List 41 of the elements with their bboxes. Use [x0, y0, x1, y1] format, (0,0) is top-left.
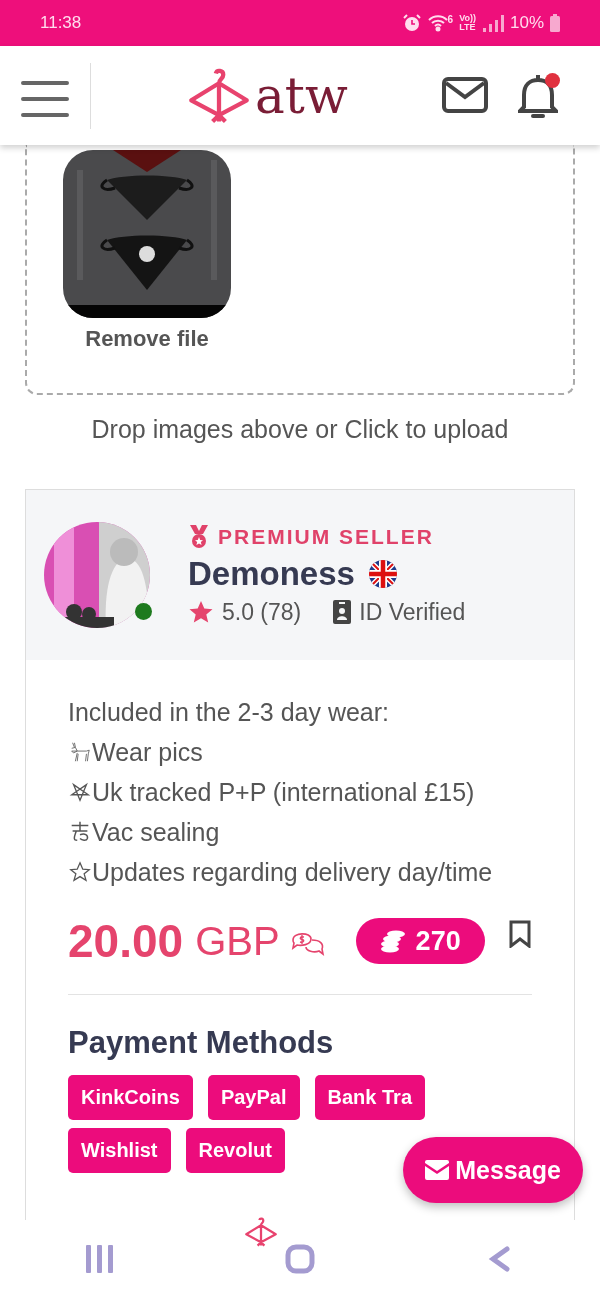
- id-badge-icon: [333, 600, 352, 624]
- signal-icon: [481, 14, 504, 32]
- mail-icon: [425, 1160, 450, 1180]
- wifi-icon: [427, 14, 448, 32]
- star-icon: [188, 599, 214, 625]
- price-currency: GBP: [195, 918, 280, 964]
- hanger-logo-icon: [187, 67, 251, 124]
- payment-method-tag: PayPal: [207, 1075, 300, 1120]
- bookmark-icon[interactable]: [508, 920, 531, 948]
- mail-button[interactable]: [439, 76, 490, 115]
- hanger-logo-icon: [244, 1216, 278, 1248]
- battery-icon: [550, 14, 560, 32]
- upload-hint[interactable]: Drop images above or Click to upload: [0, 415, 600, 444]
- payment-method-tag: Bank Tra: [314, 1075, 425, 1120]
- description-text: Wear pics: [92, 737, 203, 768]
- payment-methods-title: Payment Methods: [68, 1025, 335, 1061]
- description-text: Vac sealing: [92, 817, 220, 848]
- rating-text: 5.0 (78): [222, 598, 302, 626]
- clock-time: 11:38: [40, 13, 82, 33]
- wifi-label: 6: [447, 13, 454, 25]
- network-label: LTE: [459, 23, 476, 32]
- coins-price-button[interactable]: 270: [355, 918, 485, 964]
- medal-icon: [188, 524, 210, 549]
- uk-flag-icon: [368, 559, 397, 588]
- payment-method-tag: KinkCoins: [68, 1075, 193, 1120]
- seller-name[interactable]: Demoness: [188, 554, 355, 593]
- remove-file-button[interactable]: Remove file: [85, 326, 209, 352]
- battery-percent: 10%: [509, 13, 544, 33]
- price-amount: 20.00: [68, 914, 184, 968]
- network-label: Vo)): [459, 14, 476, 23]
- description-text: Updates regarding delivery day/time: [92, 857, 493, 888]
- payment-method-tag: Revolut: [185, 1128, 285, 1173]
- message-button[interactable]: Message: [403, 1137, 583, 1203]
- logo-text[interactable]: atw: [255, 70, 348, 121]
- alarm-icon: [401, 13, 422, 33]
- id-verified-label: ID Verified: [359, 598, 466, 626]
- coins-icon: [379, 929, 408, 953]
- description-text: Included in the 2-3 day wear:: [68, 697, 391, 728]
- premium-seller-label: PREMIUM SELLER: [218, 524, 434, 549]
- payment-method-tag: Wishlist: [68, 1128, 171, 1173]
- description-text: Uk tracked P+P (international £15): [92, 777, 475, 808]
